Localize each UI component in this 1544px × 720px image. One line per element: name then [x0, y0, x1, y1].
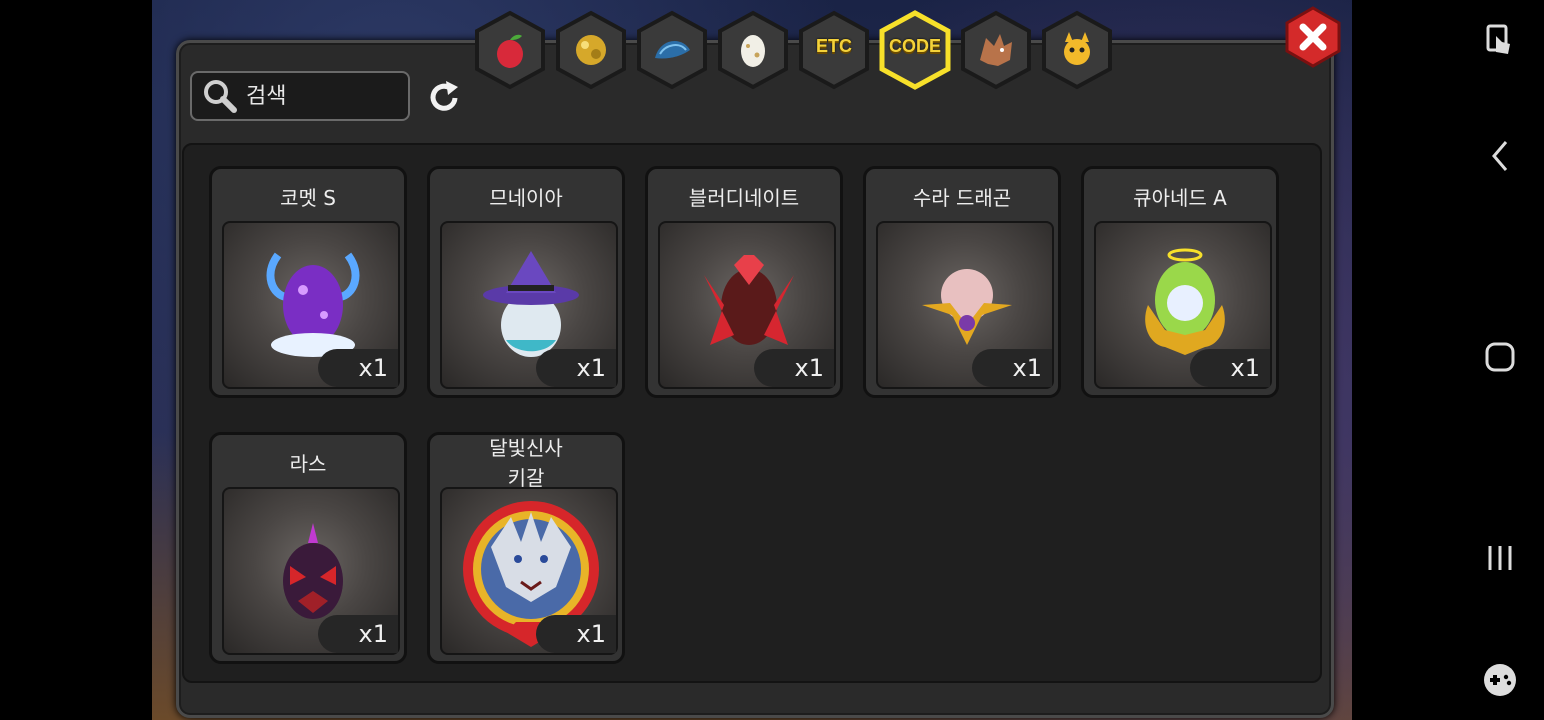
item-card[interactable]: 달빛신사 키갈 x1 [427, 432, 625, 664]
tab-egg[interactable] [715, 10, 791, 90]
item-card[interactable]: 큐아네드 A x1 [1081, 166, 1279, 398]
refresh-icon [430, 81, 458, 111]
red-blade-egg-icon [704, 255, 794, 345]
tab-etc[interactable]: ETC [796, 10, 872, 90]
tab-monster[interactable] [1039, 10, 1115, 90]
tab-code-label: CODE [888, 36, 941, 56]
dragon-head-icon [980, 34, 1012, 66]
home-button[interactable] [1476, 333, 1524, 381]
tab-gold[interactable] [553, 10, 629, 90]
item-name: 라스 [289, 452, 327, 476]
item-card[interactable]: 수라 드래곤 x1 [863, 166, 1061, 398]
chevron-left-icon [1492, 141, 1508, 171]
item-quantity: x1 [318, 349, 398, 387]
golden-angel-egg-icon [1145, 248, 1225, 355]
tab-fruit[interactable] [472, 10, 548, 90]
tab-code[interactable]: CODE [877, 10, 953, 90]
item-quantity: x1 [318, 615, 398, 653]
item-name: 블러디네이트 [688, 186, 800, 210]
item-name: 므네이아 [489, 186, 563, 210]
dark-spiked-egg-icon [283, 523, 343, 619]
gamepad-icon [1484, 664, 1516, 696]
search-icon [204, 80, 237, 113]
gold-ore-icon [576, 35, 606, 65]
item-card[interactable]: 코멧 S x1 [209, 166, 407, 398]
item-quantity: x1 [536, 349, 616, 387]
item-name: 달빛신사 키갈 [489, 436, 563, 490]
gold-orb-egg-icon [922, 269, 1012, 345]
search-box[interactable] [190, 71, 410, 121]
witch-hat-egg-icon [483, 251, 579, 357]
tab-etc-label: ETC [816, 36, 852, 56]
blue-scale-icon [655, 40, 690, 59]
recents-button[interactable] [1476, 534, 1524, 582]
touch-lock-icon [1486, 24, 1510, 54]
close-button[interactable] [1284, 6, 1342, 68]
yellow-monster-icon [1064, 32, 1090, 65]
back-button[interactable] [1476, 132, 1524, 180]
egg-icon [741, 35, 765, 67]
item-name: 코멧 S [280, 186, 336, 210]
item-name: 수라 드래곤 [912, 186, 1012, 210]
item-quantity: x1 [536, 615, 616, 653]
close-icon [1285, 6, 1341, 68]
home-icon [1485, 342, 1515, 372]
tab-dragon[interactable] [958, 10, 1034, 90]
item-card[interactable]: 므네이아 x1 [427, 166, 625, 398]
recents-icon [1488, 546, 1512, 570]
purple-horned-egg-icon [266, 252, 360, 357]
refresh-button[interactable] [424, 78, 464, 118]
item-quantity: x1 [972, 349, 1052, 387]
red-fruit-icon [497, 34, 523, 68]
item-name: 큐아네드 A [1133, 186, 1227, 210]
screen-touch-button[interactable] [1476, 16, 1524, 64]
item-card[interactable]: 블러디네이트 x1 [645, 166, 843, 398]
item-quantity: x1 [1190, 349, 1270, 387]
tab-scale[interactable] [634, 10, 710, 90]
game-tools-button[interactable] [1476, 656, 1524, 704]
item-quantity: x1 [754, 349, 834, 387]
search-input[interactable] [244, 82, 398, 110]
item-card[interactable]: 라스 x1 [209, 432, 407, 664]
